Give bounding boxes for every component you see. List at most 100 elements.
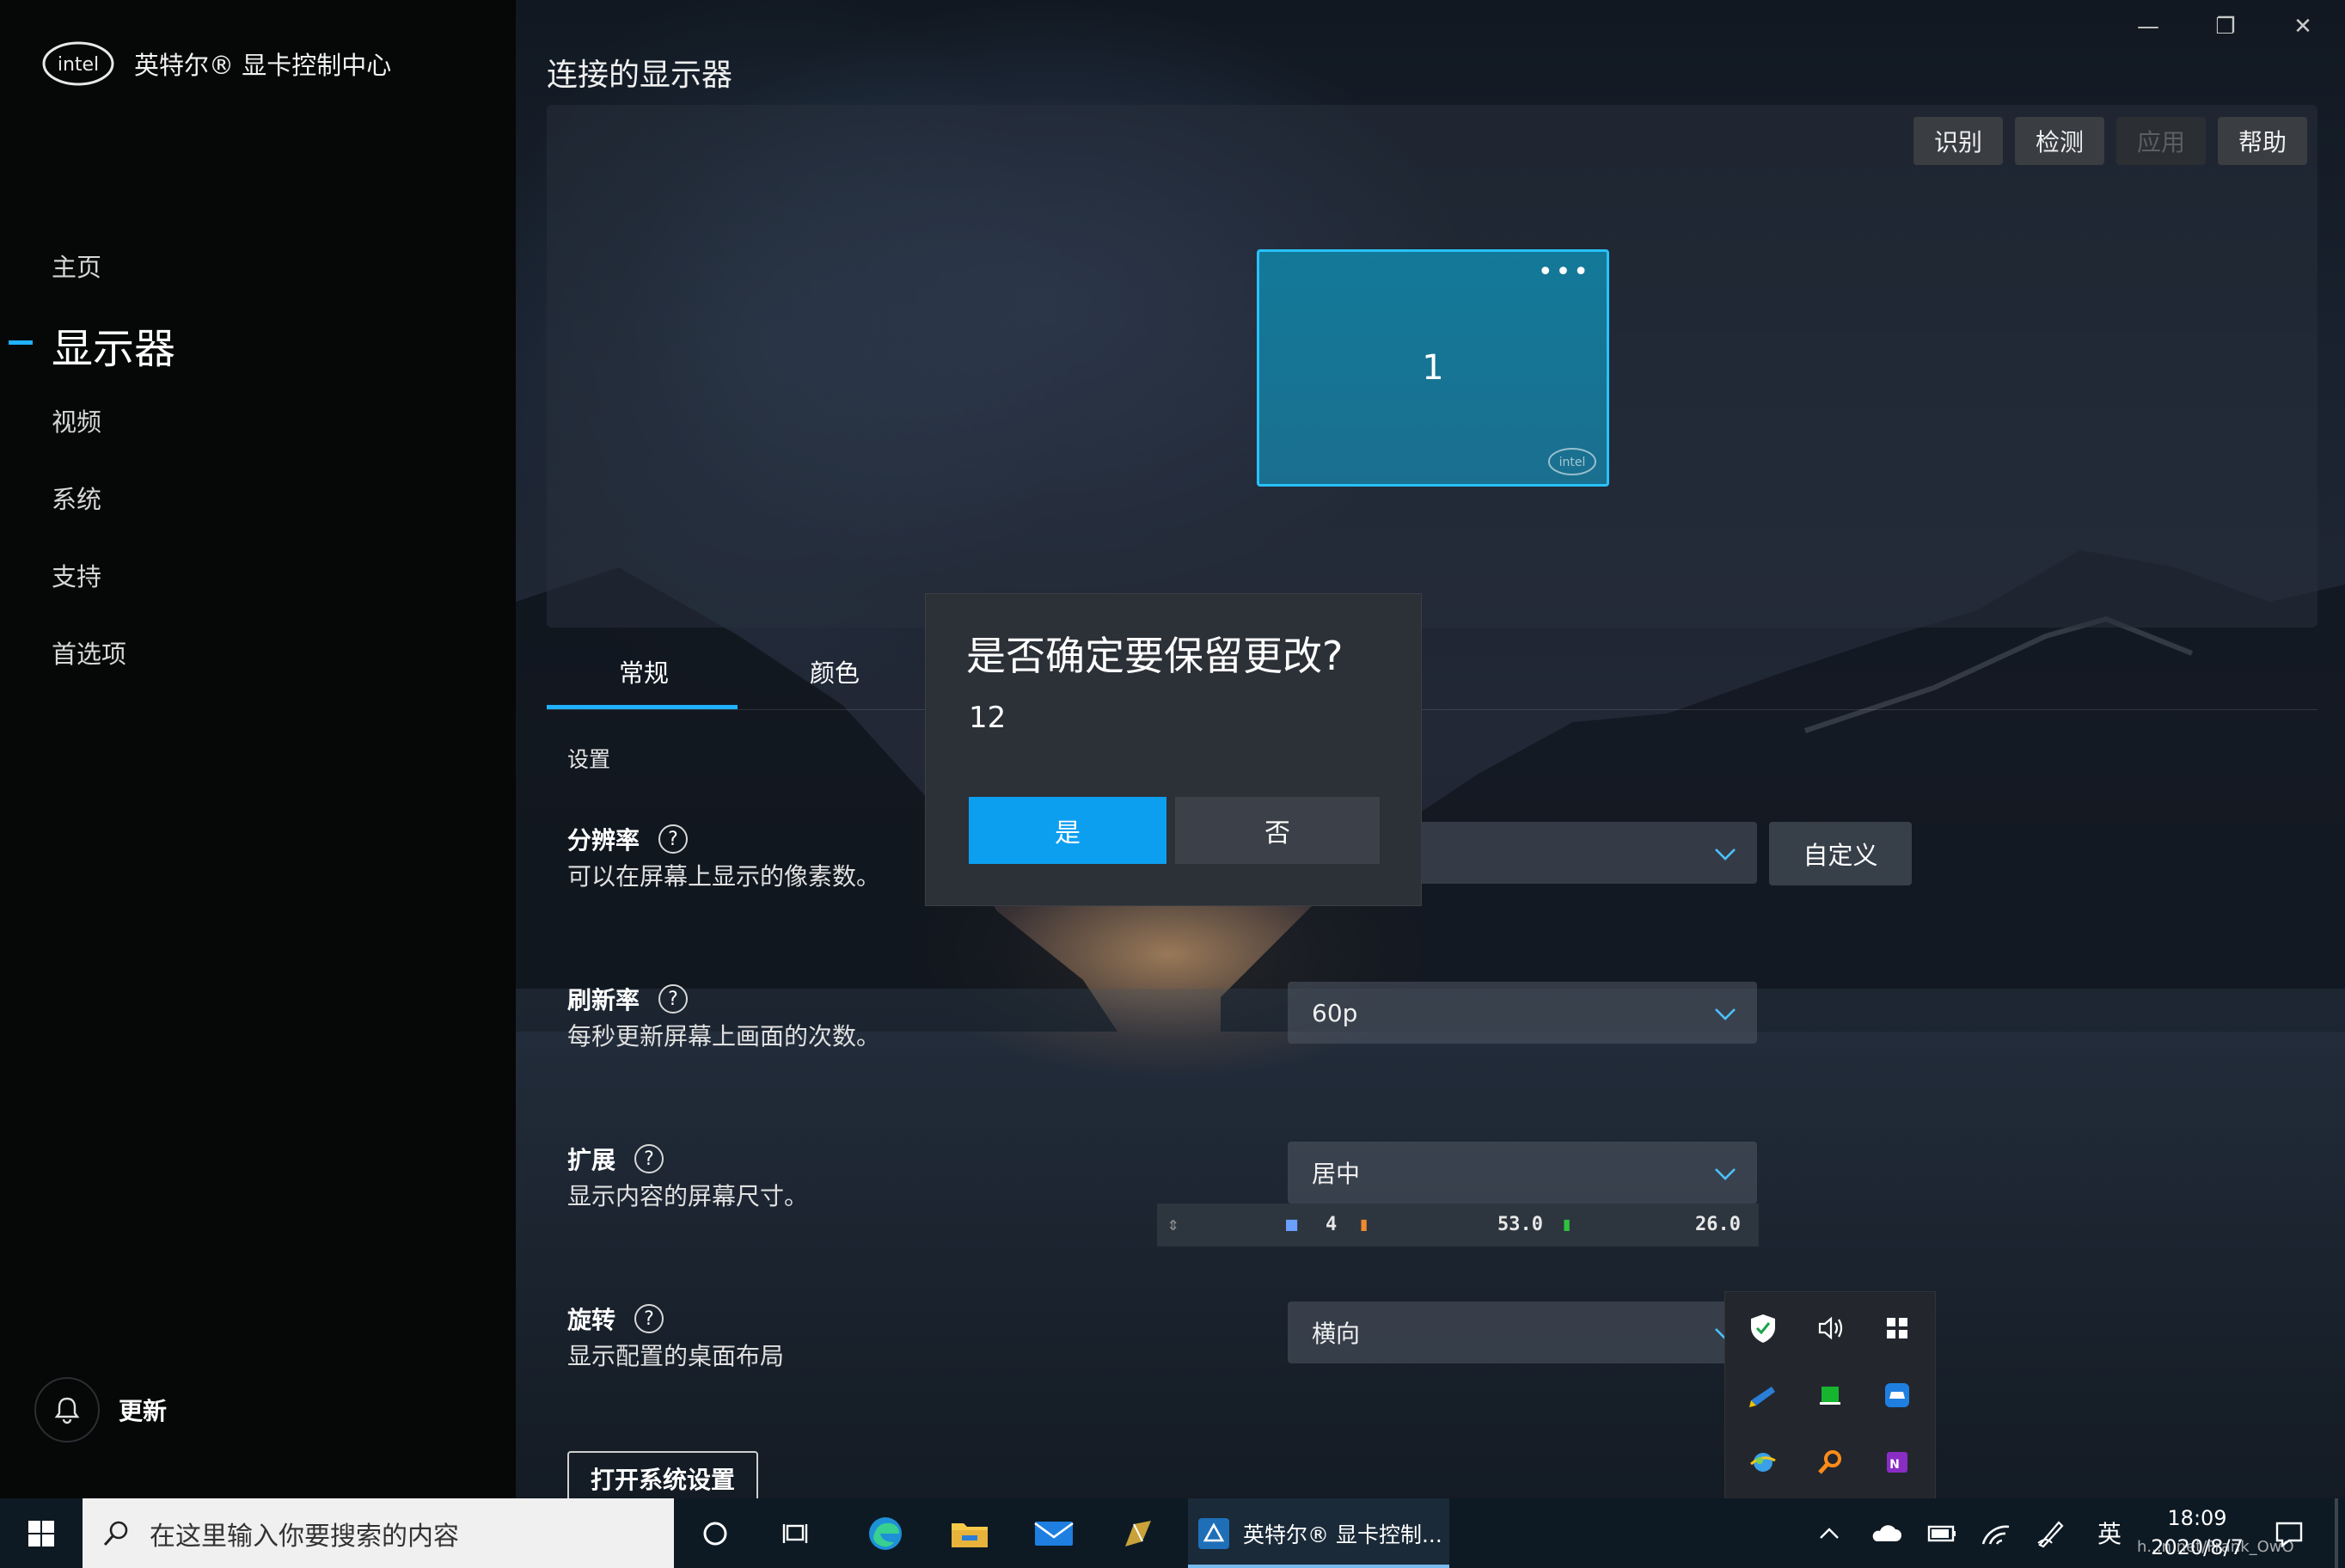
rotation-dropdown[interactable]: 横向 — [1288, 1302, 1757, 1363]
help-icon[interactable]: ? — [658, 824, 689, 854]
help-icon[interactable]: ? — [634, 1304, 664, 1333]
meter-cpu-icon: ■ — [1286, 1214, 1298, 1235]
file-explorer-icon[interactable] — [928, 1498, 1011, 1568]
sidebar-item-display[interactable]: 显示器 — [52, 315, 175, 375]
start-windows-icon[interactable] — [0, 1498, 83, 1568]
sidebar-item-system[interactable]: 系统 — [52, 480, 101, 516]
car-app-icon[interactable] — [1880, 1378, 1914, 1412]
identify-button[interactable]: 识别 — [1913, 117, 2004, 165]
dialog-title: 是否确定要保留更改? — [966, 633, 1344, 679]
meter-value-c: 26.0 — [1695, 1214, 1741, 1235]
input-language-indicator[interactable]: 英 — [2097, 1516, 2122, 1550]
sidebar-item-video[interactable]: 视频 — [52, 402, 101, 438]
active-nav-marker — [9, 340, 33, 345]
rotation-title: 旋转 ? — [567, 1302, 664, 1336]
sidebar-item-home[interactable]: 主页 — [52, 248, 101, 284]
svg-text:N: N — [1889, 1458, 1900, 1472]
rotation-value: 横向 — [1312, 1320, 1361, 1348]
refresh-rate-dropdown[interactable]: 60p — [1288, 982, 1757, 1044]
pinned-app-icon[interactable] — [1097, 1498, 1179, 1568]
taskbar: 在这里输入你要搜索的内容 英特尔® 显卡控制... 英 18:09 2020/8… — [0, 1498, 2345, 1568]
restore-icon[interactable]: ❐ — [2187, 0, 2264, 53]
battery-icon[interactable] — [1920, 1498, 1962, 1568]
sidebar: intel 英特尔® 显卡控制中心 主页 显示器 视频 系统 支持 首选项 更新 — [0, 0, 516, 1498]
meter-handle-icon[interactable]: ⇕ — [1167, 1214, 1179, 1235]
taskbar-intel-app[interactable]: 英特尔® 显卡控制... — [1188, 1498, 1449, 1568]
dialog-no-button[interactable]: 否 — [1175, 797, 1380, 864]
security-shield-icon[interactable] — [1746, 1311, 1780, 1345]
edge-browser-icon[interactable] — [844, 1498, 927, 1568]
page-title: 连接的显示器 — [547, 58, 733, 93]
tray-overflow-flyout: N — [1724, 1291, 1936, 1499]
scaling-dropdown[interactable]: 居中 — [1288, 1142, 1757, 1204]
keep-changes-dialog: 是否确定要保留更改? 12 是 否 — [925, 593, 1422, 906]
rotation-description: 显示配置的桌面布局 — [567, 1342, 785, 1370]
mail-icon[interactable] — [1013, 1498, 1095, 1568]
active-tab-underline — [547, 705, 738, 709]
onenote-icon[interactable]: N — [1880, 1445, 1914, 1479]
refresh-rate-value: 60p — [1312, 998, 1358, 1027]
help-icon[interactable]: ? — [658, 984, 689, 1014]
taskbar-intel-app-label: 英特尔® 显卡控制... — [1243, 1522, 1442, 1547]
meter-bar-green-icon: ▮ — [1561, 1214, 1573, 1235]
onedrive-cloud-icon[interactable] — [1865, 1498, 1907, 1568]
grid-app-icon[interactable] — [1880, 1311, 1914, 1345]
refresh-rate-description: 每秒更新屏幕上画面的次数。 — [567, 1022, 881, 1050]
close-icon[interactable]: ✕ — [2264, 0, 2342, 53]
task-view-icon[interactable] — [756, 1498, 839, 1568]
meter-value-b: 53.0 — [1497, 1214, 1543, 1235]
chevron-down-icon — [1715, 1008, 1736, 1020]
taskbar-search-input[interactable]: 在这里输入你要搜索的内容 — [83, 1498, 674, 1568]
dialog-yes-button[interactable]: 是 — [969, 797, 1166, 864]
update-button[interactable]: 更新 — [34, 1377, 167, 1442]
dialog-countdown: 12 — [969, 701, 1007, 735]
detect-button[interactable]: 检测 — [2015, 117, 2105, 165]
pen-ink-icon[interactable] — [2030, 1498, 2072, 1568]
update-label: 更新 — [119, 1397, 168, 1425]
intel-graphics-app-icon — [1198, 1517, 1229, 1549]
refresh-rate-label: 刷新率 — [567, 986, 640, 1014]
resolution-description: 可以在屏幕上显示的像素数。 — [567, 862, 881, 891]
tab-general[interactable]: 常规 — [619, 653, 669, 689]
custom-resolution-button[interactable]: 自定义 — [1769, 822, 1912, 885]
intel-badge-text: intel — [1559, 456, 1586, 469]
main-content: — ❐ ✕ 连接的显示器 识别 检测 应用 帮助 ••• 1 intel 常规 … — [516, 0, 2345, 1498]
help-button[interactable]: 帮助 — [2218, 117, 2308, 165]
open-system-settings-button[interactable]: 打开系统设置 — [567, 1451, 758, 1498]
resolution-label: 分辨率 — [567, 826, 640, 854]
clock-time: 18:09 — [2167, 1506, 2227, 1530]
meter-value-a: 4 — [1326, 1214, 1338, 1235]
sidebar-item-preferences[interactable]: 首选项 — [52, 634, 126, 671]
chevron-down-icon — [1715, 848, 1736, 861]
intel-badge-icon: intel — [1548, 448, 1596, 475]
show-desktop-strip[interactable] — [2335, 1498, 2338, 1568]
more-options-icon[interactable]: ••• — [1538, 257, 1591, 287]
help-icon[interactable]: ? — [634, 1144, 664, 1173]
monitor-tile-1[interactable]: ••• 1 intel — [1257, 249, 1609, 487]
volume-icon[interactable] — [1813, 1311, 1847, 1345]
resolution-title: 分辨率 ? — [567, 822, 689, 856]
section-label-settings: 设置 — [567, 747, 611, 772]
app-title: 英特尔® 显卡控制中心 — [134, 51, 392, 80]
scaling-title: 扩展 ? — [567, 1142, 664, 1176]
globe-app-icon[interactable] — [1746, 1445, 1780, 1479]
scaling-description: 显示内容的屏幕尺寸。 — [567, 1182, 809, 1210]
apply-button[interactable]: 应用 — [2116, 117, 2207, 165]
chevron-down-icon — [1715, 1168, 1736, 1180]
notifications-icon[interactable] — [2266, 1498, 2312, 1568]
scaling-label: 扩展 — [567, 1146, 616, 1174]
paint-app-icon[interactable] — [1746, 1378, 1780, 1412]
search-icon — [103, 1521, 128, 1546]
wifi-icon[interactable] — [1975, 1498, 2017, 1568]
refresh-rate-title: 刷新率 ? — [567, 982, 689, 1016]
show-hidden-icons-chevron-icon[interactable] — [1812, 1498, 1846, 1568]
sidebar-item-support[interactable]: 支持 — [52, 557, 101, 593]
search-app-icon[interactable] — [1813, 1445, 1847, 1479]
green-bar-icon[interactable] — [1813, 1378, 1847, 1412]
scaling-value: 居中 — [1312, 1160, 1361, 1188]
minimize-icon[interactable]: — — [2109, 0, 2187, 53]
tab-color[interactable]: 颜色 — [810, 653, 860, 689]
cortana-circle-icon[interactable] — [674, 1498, 756, 1568]
intel-logo: intel — [42, 41, 114, 86]
tab-divider — [547, 709, 2317, 710]
